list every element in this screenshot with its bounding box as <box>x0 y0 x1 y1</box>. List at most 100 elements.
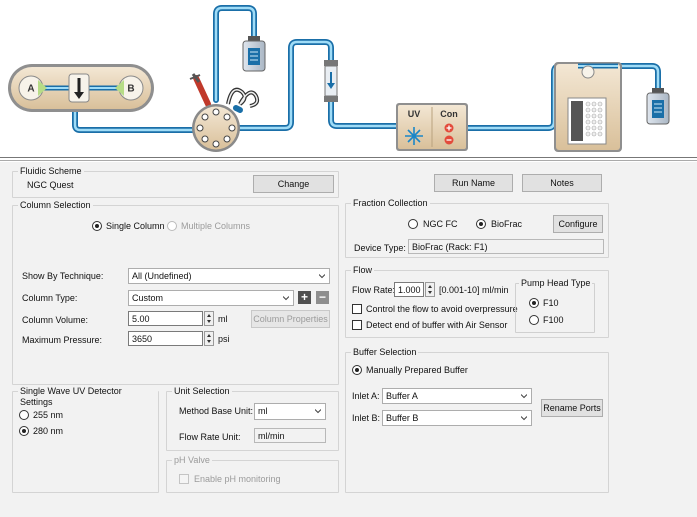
waste-bottle-icon[interactable] <box>646 88 670 125</box>
inlet-a-label: A <box>27 84 34 95</box>
flow-rate-spinner[interactable] <box>425 282 435 297</box>
column-properties-button[interactable]: Column Properties <box>251 310 330 328</box>
fraction-collection-group: Fraction Collection NGC FC BioFrac Confi… <box>345 198 609 258</box>
change-button[interactable]: Change <box>253 175 334 193</box>
add-column-icon[interactable]: + <box>298 291 311 304</box>
unit-selection-title: Unit Selection <box>172 386 232 397</box>
method-base-unit-select[interactable]: ml <box>254 403 326 420</box>
ngc-fc-radio[interactable] <box>408 219 418 229</box>
pump-head-type-title: Pump Head Type <box>519 278 593 289</box>
manually-prepared-radio[interactable] <box>352 365 362 375</box>
single-column-label: Single Column <box>106 221 165 231</box>
column-volume-unit: ml <box>218 314 228 324</box>
column-type-value: Custom <box>132 293 164 303</box>
uv-detector-group: Single Wave UV Detector Settings 255 nm … <box>12 386 159 493</box>
control-flow-label: Control the flow to avoid overpressure <box>366 304 518 314</box>
flow-title: Flow <box>351 265 375 276</box>
flow-rate-unit-label: Flow Rate Unit: <box>179 432 241 442</box>
max-pressure-input[interactable]: 3650 <box>128 331 203 346</box>
column-selection-group: Column Selection Single Column Multiple … <box>12 200 339 385</box>
column-icon[interactable] <box>324 60 338 102</box>
buffer-selection-title: Buffer Selection <box>351 347 419 358</box>
remove-column-icon[interactable]: − <box>316 291 329 304</box>
pump-head-type-group: Pump Head Type F10 F100 <box>515 278 595 333</box>
chevron-down-icon <box>521 416 527 421</box>
uv-detector-title: Single Wave UV Detector Settings <box>18 386 158 408</box>
method-base-unit-value: ml <box>258 406 268 416</box>
ngc-fc-label: NGC FC <box>423 219 458 229</box>
inlet-a-select[interactable]: Buffer A <box>382 388 532 404</box>
inlet-a-value: Buffer A <box>386 391 418 401</box>
chevron-down-icon <box>319 274 325 279</box>
separator-line <box>0 157 697 158</box>
run-name-button[interactable]: Run Name <box>434 174 513 192</box>
buffer-selection-group: Buffer Selection Manually Prepared Buffe… <box>345 347 609 493</box>
multiple-columns-radio[interactable] <box>167 221 177 231</box>
chevron-down-icon <box>315 409 321 414</box>
chevron-down-icon <box>283 296 289 301</box>
uv-280nm-radio[interactable] <box>19 426 29 436</box>
f100-radio[interactable] <box>529 315 539 325</box>
flow-group: Flow Flow Rate: 1.000 [0.001-10] ml/min … <box>345 265 609 338</box>
configure-button[interactable]: Configure <box>553 215 603 233</box>
fluidic-scheme-title: Fluidic Scheme <box>18 166 84 177</box>
injection-valve-icon[interactable] <box>192 104 240 152</box>
enable-ph-checkbox[interactable] <box>179 474 189 484</box>
single-column-radio[interactable] <box>92 221 102 231</box>
uv-280nm-label: 280 nm <box>33 426 64 436</box>
f10-radio[interactable] <box>529 298 539 308</box>
show-by-technique-label: Show By Technique: <box>22 271 104 281</box>
column-selection-title: Column Selection <box>18 200 93 211</box>
uv-255nm-radio[interactable] <box>19 410 29 420</box>
inlet-b-value: Buffer B <box>386 413 419 423</box>
show-by-technique-select[interactable]: All (Undefined) <box>128 268 330 284</box>
ph-valve-title: pH Valve <box>172 455 212 466</box>
fraction-collection-title: Fraction Collection <box>351 198 430 209</box>
column-volume-input[interactable]: 5.00 <box>128 311 203 326</box>
detect-end-checkbox[interactable] <box>352 320 362 330</box>
buffer-bottle-icon[interactable] <box>242 36 266 72</box>
max-pressure-label: Maximum Pressure: <box>22 335 103 345</box>
uv-label: UV <box>408 109 421 119</box>
column-volume-label: Column Volume: <box>22 315 89 325</box>
inlet-b-field-label: Inlet B: <box>352 413 381 423</box>
method-settings-panel: Fluidic Scheme NGC Quest Change Column S… <box>0 162 697 517</box>
column-type-label: Column Type: <box>22 293 78 303</box>
inlet-a-field-label: Inlet A: <box>352 391 380 401</box>
unit-selection-group: Unit Selection Method Base Unit: ml Flow… <box>166 386 339 451</box>
control-flow-checkbox[interactable] <box>352 304 362 314</box>
sample-loop-icon <box>226 87 260 108</box>
f10-label: F10 <box>543 298 559 308</box>
fluidic-scheme-diagram: A B UV Con <box>0 0 697 158</box>
chevron-down-icon <box>521 394 527 399</box>
inlet-b-select[interactable]: Buffer B <box>382 410 532 426</box>
scheme-svg: A B UV Con <box>8 5 670 152</box>
con-label: Con <box>440 109 458 119</box>
f100-label: F100 <box>543 315 564 325</box>
separator-line <box>0 160 697 161</box>
flow-rate-unit-field: ml/min <box>254 428 326 443</box>
max-pressure-unit: psi <box>218 334 230 344</box>
fluidic-scheme-group: Fluidic Scheme NGC Quest Change <box>12 166 339 198</box>
device-type-label: Device Type: <box>354 243 406 253</box>
detect-end-label: Detect end of buffer with Air Sensor <box>366 320 508 330</box>
show-by-technique-value: All (Undefined) <box>132 271 192 281</box>
fraction-collector-icon[interactable] <box>554 62 622 152</box>
column-volume-spinner[interactable] <box>204 311 214 326</box>
ph-valve-group: pH Valve Enable pH monitoring <box>166 455 339 493</box>
column-type-select[interactable]: Custom <box>128 290 294 306</box>
flow-rate-label: Flow Rate: <box>352 285 396 295</box>
biofrac-label: BioFrac <box>491 219 523 229</box>
fluidic-scheme-value: NGC Quest <box>27 180 74 190</box>
max-pressure-spinner[interactable] <box>204 331 214 346</box>
multiple-columns-label: Multiple Columns <box>181 221 251 231</box>
biofrac-radio[interactable] <box>476 219 486 229</box>
notes-button[interactable]: Notes <box>522 174 602 192</box>
syringe-icon[interactable] <box>189 73 211 107</box>
flow-rate-input[interactable]: 1.000 <box>394 282 424 297</box>
device-type-field: BioFrac (Rack: F1) <box>408 239 604 254</box>
enable-ph-label: Enable pH monitoring <box>194 474 281 484</box>
flow-rate-range: [0.001-10] ml/min <box>439 285 509 295</box>
method-base-unit-label: Method Base Unit: <box>179 406 254 416</box>
rename-ports-button[interactable]: Rename Ports <box>541 399 603 417</box>
